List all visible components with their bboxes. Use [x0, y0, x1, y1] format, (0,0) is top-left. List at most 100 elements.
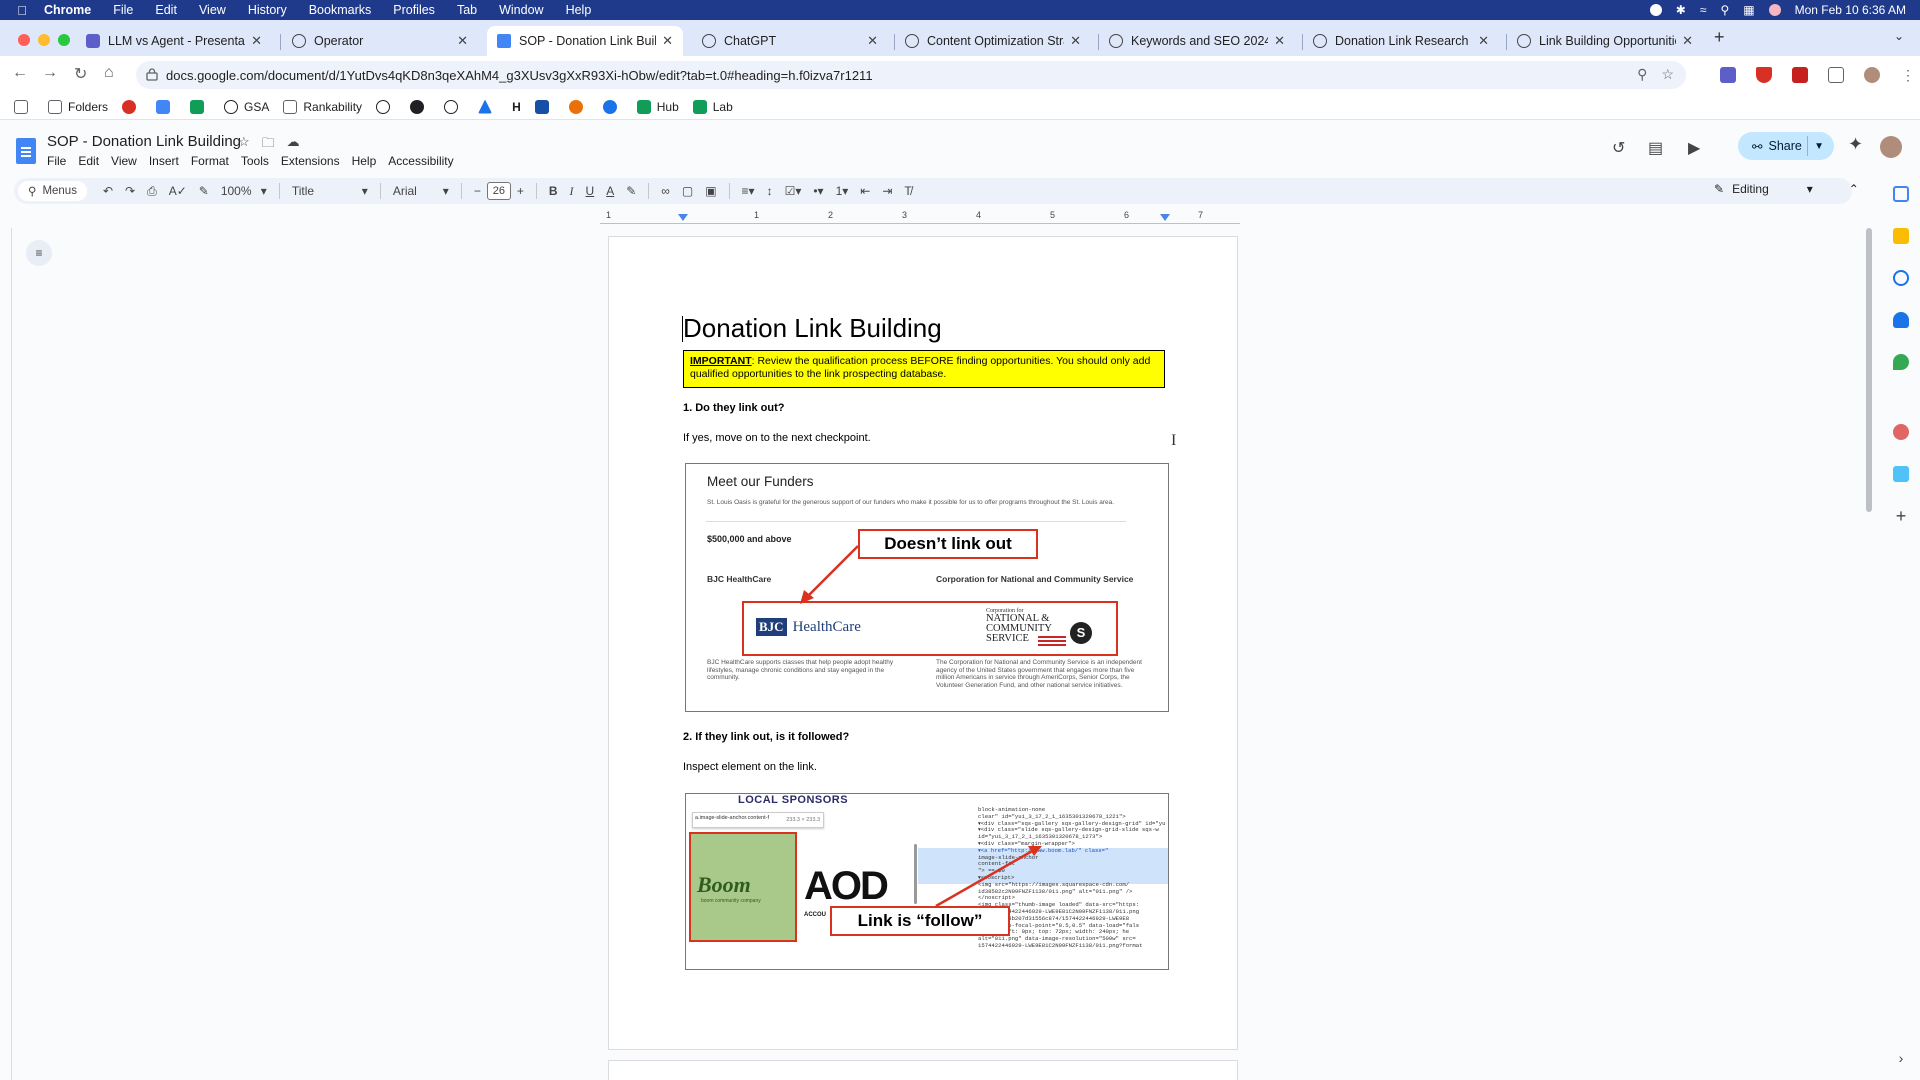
paint-format-icon[interactable]: ✎: [199, 184, 209, 198]
bookmark-item[interactable]: [410, 99, 430, 114]
spellcheck-icon[interactable]: A✓: [169, 184, 187, 198]
bookmark-item[interactable]: [156, 99, 176, 114]
italic-icon[interactable]: I: [570, 184, 574, 199]
document-scrollbar[interactable]: [1866, 228, 1872, 512]
siri-icon[interactable]: [1768, 4, 1781, 16]
close-tab-icon[interactable]: ✕: [1682, 33, 1693, 49]
maximize-window-icon[interactable]: [58, 34, 70, 46]
font-select[interactable]: Arial ▾: [387, 184, 455, 198]
checklist-icon[interactable]: ☑▾: [785, 184, 802, 198]
meet-icon[interactable]: ▶: [1688, 138, 1700, 158]
comments-icon[interactable]: ▤: [1648, 138, 1663, 158]
keep-icon[interactable]: [1893, 228, 1909, 244]
menu-help[interactable]: Help: [566, 3, 592, 17]
pdf-extension-icon[interactable]: [1792, 67, 1808, 83]
step-2-text[interactable]: Inspect element on the link.: [683, 761, 817, 773]
docs-menu-accessibility[interactable]: Accessibility: [388, 154, 453, 168]
text-color-icon[interactable]: A: [606, 184, 614, 198]
apps-grid-icon[interactable]: [14, 99, 34, 114]
extensions-puzzle-icon[interactable]: [1828, 67, 1844, 83]
bookmark-lab[interactable]: Lab: [692, 99, 733, 114]
bulleted-list-icon[interactable]: •▾: [813, 184, 823, 198]
hide-menus-icon[interactable]: ⌃: [1849, 182, 1859, 196]
get-addons-icon[interactable]: +: [1893, 507, 1909, 525]
bookmark-item[interactable]: [534, 99, 555, 114]
bookmark-rankability[interactable]: Rankability: [283, 99, 362, 114]
move-folder-icon[interactable]: 🗀: [262, 134, 275, 156]
close-tab-icon[interactable]: ✕: [1274, 33, 1285, 49]
step-1-text[interactable]: If yes, move on to the next checkpoint.: [683, 432, 871, 444]
tab-content-optimization[interactable]: Content Optimization Strateg ✕: [895, 26, 1091, 56]
tab-search-icon[interactable]: ⌄: [1894, 29, 1904, 43]
menus-search[interactable]: ⚲ Menus: [18, 181, 87, 201]
document-page-2[interactable]: [608, 1060, 1238, 1080]
clear-formatting-icon[interactable]: T̸: [904, 184, 911, 198]
align-icon[interactable]: ≡▾: [742, 184, 755, 198]
tab-presentation[interactable]: LLM vs Agent - Presentation ✕: [76, 26, 272, 56]
docs-menu-help[interactable]: Help: [352, 154, 377, 168]
docs-menu-extensions[interactable]: Extensions: [281, 154, 340, 168]
docs-logo-icon[interactable]: [16, 138, 36, 164]
new-tab-icon[interactable]: +: [1714, 27, 1725, 48]
style-select[interactable]: Title ▾: [286, 184, 374, 198]
version-history-icon[interactable]: ↺: [1612, 138, 1625, 158]
font-size-input[interactable]: 26: [486, 182, 511, 200]
addon-icon[interactable]: [1893, 424, 1909, 440]
document-heading[interactable]: Donation Link Building: [682, 313, 942, 344]
redo-icon[interactable]: ↷: [125, 184, 135, 198]
bold-icon[interactable]: B: [549, 184, 558, 198]
tab-sop-donation[interactable]: SOP - Donation Link Building ✕: [487, 26, 683, 56]
contacts-icon[interactable]: [1893, 312, 1909, 328]
shield-icon[interactable]: [1756, 67, 1772, 83]
close-window-icon[interactable]: [18, 34, 30, 46]
close-tab-icon[interactable]: ✕: [867, 33, 878, 49]
horizontal-ruler[interactable]: 1 1 2 3 4 5 6 7: [600, 210, 1240, 224]
vertical-ruler[interactable]: [0, 228, 12, 1080]
docs-menu-edit[interactable]: Edit: [78, 154, 99, 168]
docs-menu-tools[interactable]: Tools: [241, 154, 269, 168]
bookmark-item[interactable]: [190, 99, 210, 114]
tab-chatgpt[interactable]: ChatGPT ✕: [692, 26, 888, 56]
step-1-heading[interactable]: 1. Do they link out?: [683, 402, 784, 414]
line-spacing-icon[interactable]: ↕: [767, 184, 773, 198]
docs-menu-format[interactable]: Format: [191, 154, 229, 168]
menu-file[interactable]: File: [113, 3, 133, 17]
menu-view[interactable]: View: [199, 3, 226, 17]
tasks-icon[interactable]: [1893, 270, 1909, 286]
increase-indent-icon[interactable]: ⇥: [882, 184, 892, 198]
step-2-heading[interactable]: 2. If they link out, is it followed?: [683, 731, 849, 743]
star-icon[interactable]: ☆: [238, 134, 250, 156]
extension-d-icon[interactable]: [1720, 67, 1736, 83]
show-side-panel-icon[interactable]: ›: [1893, 1050, 1909, 1066]
print-icon[interactable]: ⎙: [147, 184, 157, 199]
profile-avatar-icon[interactable]: [1864, 67, 1880, 83]
right-indent-marker[interactable]: [1160, 214, 1170, 221]
gemini-icon[interactable]: ✦: [1848, 134, 1863, 155]
maps-icon[interactable]: [1893, 354, 1909, 370]
add-comment-icon[interactable]: ▢: [682, 184, 693, 198]
docs-menu-file[interactable]: File: [47, 154, 66, 168]
close-tab-icon[interactable]: ✕: [1070, 33, 1081, 49]
home-icon[interactable]: ⌂: [104, 64, 114, 82]
menu-edit[interactable]: Edit: [155, 3, 177, 17]
close-tab-icon[interactable]: ✕: [1478, 33, 1489, 49]
url-input[interactable]: docs.google.com/document/d/1YutDvs4qKD8n…: [136, 61, 1686, 89]
tab-link-building[interactable]: Link Building Opportunities S ✕: [1507, 26, 1703, 56]
zoom-select[interactable]: 100% ▾: [215, 184, 273, 198]
cloud-saved-icon[interactable]: ☁: [287, 134, 300, 156]
menu-history[interactable]: History: [248, 3, 287, 17]
menu-bookmarks[interactable]: Bookmarks: [309, 3, 372, 17]
highlight-icon[interactable]: ✎: [626, 184, 636, 198]
docs-menu-view[interactable]: View: [111, 154, 137, 168]
zoom-icon[interactable]: ⚲: [1637, 66, 1647, 83]
menu-chrome[interactable]: Chrome: [44, 3, 91, 17]
bookmark-item[interactable]: [376, 99, 396, 114]
minimize-window-icon[interactable]: [38, 34, 50, 46]
underline-icon[interactable]: U: [586, 184, 595, 198]
increase-font-size-icon[interactable]: +: [517, 184, 524, 198]
close-tab-icon[interactable]: ✕: [251, 33, 262, 49]
share-dropdown-icon[interactable]: ▼: [1814, 141, 1824, 152]
bookmark-gsa[interactable]: GSA: [224, 99, 269, 114]
insert-link-icon[interactable]: ∞: [661, 184, 670, 198]
important-callout[interactable]: IMPORTANT: Review the qualification proc…: [683, 350, 1165, 388]
